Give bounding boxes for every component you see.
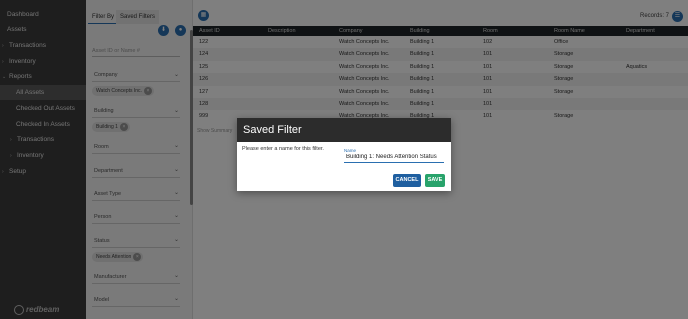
saved-filter-dialog: Saved Filter Please enter a name for thi…: [237, 118, 451, 191]
dialog-title: Saved Filter: [243, 124, 302, 136]
cancel-button[interactable]: CANCEL: [393, 174, 421, 187]
save-button[interactable]: SAVE: [425, 174, 445, 187]
dialog-header: Saved Filter: [237, 118, 451, 142]
filter-name-input[interactable]: [344, 152, 444, 163]
dialog-prompt: Please enter a name for this filter.: [242, 146, 324, 152]
